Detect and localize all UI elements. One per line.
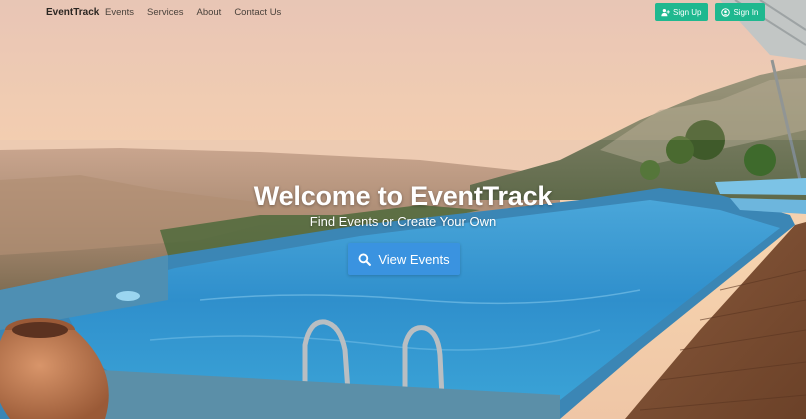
page: EventTrack Events Services About Contact… [0,0,806,419]
user-plus-icon [661,8,670,17]
nav-link-services[interactable]: Services [147,7,183,18]
navbar: EventTrack Events Services About Contact… [0,0,806,26]
nav-link-about[interactable]: About [196,7,221,18]
search-icon [358,253,372,266]
view-events-label: View Events [378,251,450,267]
nav-link-contact-us[interactable]: Contact Us [234,7,281,18]
sign-in-icon [721,7,731,17]
view-events-button[interactable]: View Events [348,243,460,275]
hero-subtitle: Find Events or Create Your Own [309,214,497,229]
sign-in-button[interactable]: Sign In [715,3,766,21]
sign-up-label: Sign Up [673,7,702,17]
sign-in-label: Sign In [733,7,759,17]
nav-links: Events Services About Contact Us [105,7,294,18]
sign-up-button[interactable]: Sign Up [655,3,709,21]
nav-link-events[interactable]: Events [105,7,134,18]
auth-buttons: Sign Up Sign In [655,3,766,21]
brand-logo-link[interactable]: EventTrack [46,7,99,18]
hero-title: Welcome to EventTrack [253,181,553,211]
